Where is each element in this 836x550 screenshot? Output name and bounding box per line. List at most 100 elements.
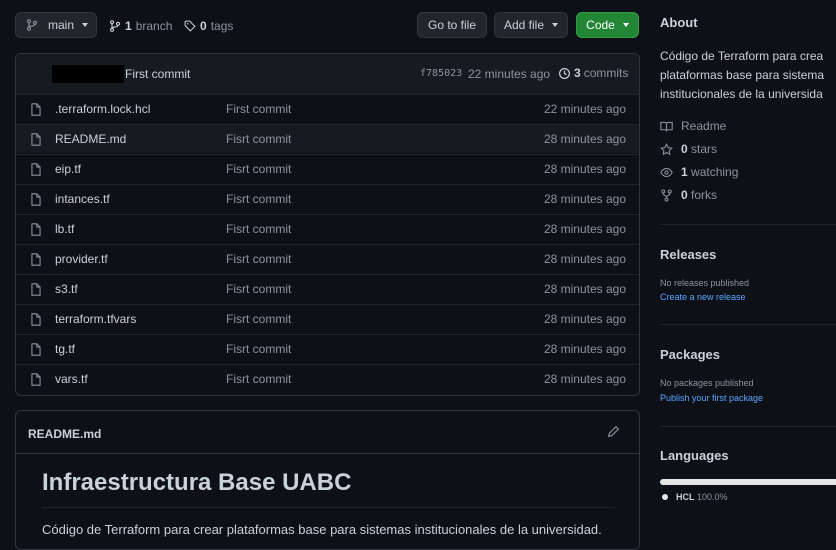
readme-heading-rule — [42, 507, 615, 508]
file-commit-message[interactable]: Fisrt commit — [226, 132, 291, 146]
file-row[interactable]: provider.tf Fisrt commit 28 minutes ago — [16, 244, 639, 273]
tag-icon — [184, 20, 196, 32]
file-row[interactable]: eip.tf Fisrt commit 28 minutes ago — [16, 154, 639, 183]
file-commit-age: 28 minutes ago — [543, 282, 626, 296]
file-icon — [30, 373, 42, 386]
file-name[interactable]: README.md — [55, 132, 126, 146]
eye-icon — [660, 166, 673, 179]
language-hcl[interactable]: HCL 100.0% — [662, 492, 728, 502]
go-to-file-button[interactable]: Go to file — [417, 12, 487, 38]
no-packages-text: No packages published — [660, 378, 754, 388]
file-row[interactable]: .terraform.lock.hcl First commit 22 minute… — [16, 94, 639, 123]
file-commit-message[interactable]: Fisrt commit — [226, 312, 291, 326]
watching-link[interactable]: 1 watching — [660, 165, 738, 179]
readme-link[interactable]: Readme — [660, 119, 726, 133]
file-commit-message[interactable]: Fisrt commit — [226, 282, 291, 296]
readme-link-label: Readme — [681, 119, 727, 133]
file-icon — [30, 343, 42, 356]
file-commit-age: 28 minutes ago — [543, 312, 626, 326]
file-name[interactable]: intances.tf — [55, 192, 110, 206]
sidebar-divider — [660, 224, 836, 225]
file-commit-message[interactable]: Fisrt commit — [226, 162, 291, 176]
file-name[interactable]: .terraform.lock.hcl — [55, 102, 150, 116]
git-branch-icon — [109, 20, 121, 32]
file-commit-message[interactable]: First commit — [226, 102, 291, 116]
star-icon — [660, 142, 673, 156]
branches-link[interactable]: 1 branch — [109, 19, 172, 33]
readme-body: Código de Terraform para crear plataform… — [42, 522, 602, 537]
branch-name: main — [48, 18, 75, 32]
description-line: institucionales de la universida — [660, 87, 823, 101]
code-button[interactable]: Code — [576, 12, 639, 38]
file-commit-message[interactable]: Fisrt commit — [226, 372, 291, 386]
repo-description: Código de Terraform para crea plataforma… — [660, 47, 836, 104]
forks-label: forks — [691, 188, 718, 202]
description-line: plataformas base para sistema — [660, 68, 825, 82]
tags-link[interactable]: 0 tags — [184, 19, 233, 33]
file-commit-message[interactable]: Fisrt commit — [226, 342, 291, 356]
file-commit-age: 28 minutes ago — [543, 252, 626, 266]
forks-link[interactable]: 0 forks — [660, 188, 717, 202]
file-name[interactable]: s3.tf — [55, 282, 78, 296]
no-releases-text: No releases published — [660, 278, 750, 288]
commit-sha[interactable]: f785023 — [420, 68, 462, 79]
branch-label: branch — [135, 19, 173, 33]
file-icon — [30, 103, 42, 116]
packages-title[interactable]: Packages — [660, 347, 720, 362]
chevron-down-icon — [82, 23, 89, 27]
stars-label: stars — [691, 142, 718, 156]
add-file-button[interactable]: Add file — [494, 12, 568, 38]
about-title: About — [660, 15, 698, 30]
languages-title: Languages — [660, 448, 729, 463]
commits-link[interactable]: 3 commits — [558, 66, 628, 80]
latest-commit-message[interactable]: First commit — [125, 67, 190, 81]
file-commit-age: 28 minutes ago — [543, 372, 626, 386]
file-row[interactable]: lb.tf Fisrt commit 28 minutes ago — [16, 214, 639, 243]
stars-count: 0 — [681, 142, 688, 156]
tag-count: 0 — [200, 19, 207, 33]
file-name[interactable]: lb.tf — [55, 222, 74, 236]
file-name[interactable]: tg.tf — [55, 342, 75, 356]
file-row[interactable]: README.md Fisrt commit 28 minutes ago — [16, 124, 639, 153]
file-icon — [30, 163, 42, 176]
publish-package-link[interactable]: Publish your first package — [660, 393, 763, 403]
file-name[interactable]: terraform.tfvars — [55, 312, 136, 326]
file-commit-age: 28 minutes ago — [543, 162, 626, 176]
file-name[interactable]: eip.tf — [55, 162, 81, 176]
language-dot — [662, 494, 668, 500]
language-percent: 100.0% — [697, 492, 728, 502]
readme-panel: README.md Infraestructura Base UABC Códi… — [15, 410, 640, 550]
releases-title[interactable]: Releases — [660, 247, 716, 262]
branch-select-button[interactable]: main — [15, 12, 97, 38]
git-branch-icon — [26, 19, 38, 31]
file-browser: First commit f785023 22 minutes ago 3 co… — [15, 53, 640, 396]
file-name[interactable]: provider.tf — [55, 252, 108, 266]
description-line: Código de Terraform para crea — [660, 49, 824, 63]
commit-count: 3 — [574, 66, 581, 80]
file-row[interactable]: tg.tf Fisrt commit 28 minutes ago — [16, 334, 639, 363]
file-commit-age: 28 minutes ago — [543, 132, 626, 146]
commit-count-label: commits — [583, 66, 629, 80]
branch-count: 1 — [125, 19, 132, 33]
file-row[interactable]: intances.tf Fisrt commit 28 minutes ago — [16, 184, 639, 213]
file-icon — [30, 313, 42, 326]
file-commit-message[interactable]: Fisrt commit — [226, 252, 291, 266]
file-icon — [30, 283, 42, 296]
file-commit-message[interactable]: Fisrt commit — [226, 222, 291, 236]
fork-icon — [660, 188, 673, 202]
file-commit-message[interactable]: Fisrt commit — [226, 192, 291, 206]
sidebar-divider — [660, 426, 836, 427]
file-row[interactable]: vars.tf Fisrt commit 28 minutes ago — [16, 364, 639, 393]
file-row[interactable]: terraform.tfvars Fisrt commit 28 minutes a… — [16, 304, 639, 333]
readme-filename[interactable]: README.md — [28, 427, 101, 441]
file-name[interactable]: vars.tf — [55, 372, 88, 386]
file-commit-age: 28 minutes ago — [543, 342, 626, 356]
create-release-link[interactable]: Create a new release — [660, 292, 746, 302]
avatar[interactable] — [52, 65, 124, 83]
stars-link[interactable]: 0 stars — [660, 142, 717, 156]
file-commit-age: 28 minutes ago — [543, 192, 626, 206]
forks-count: 0 — [681, 188, 688, 202]
pencil-icon[interactable] — [607, 425, 620, 438]
readme-divider — [16, 453, 639, 454]
file-row[interactable]: s3.tf Fisrt commit 28 minutes ago — [16, 274, 639, 303]
